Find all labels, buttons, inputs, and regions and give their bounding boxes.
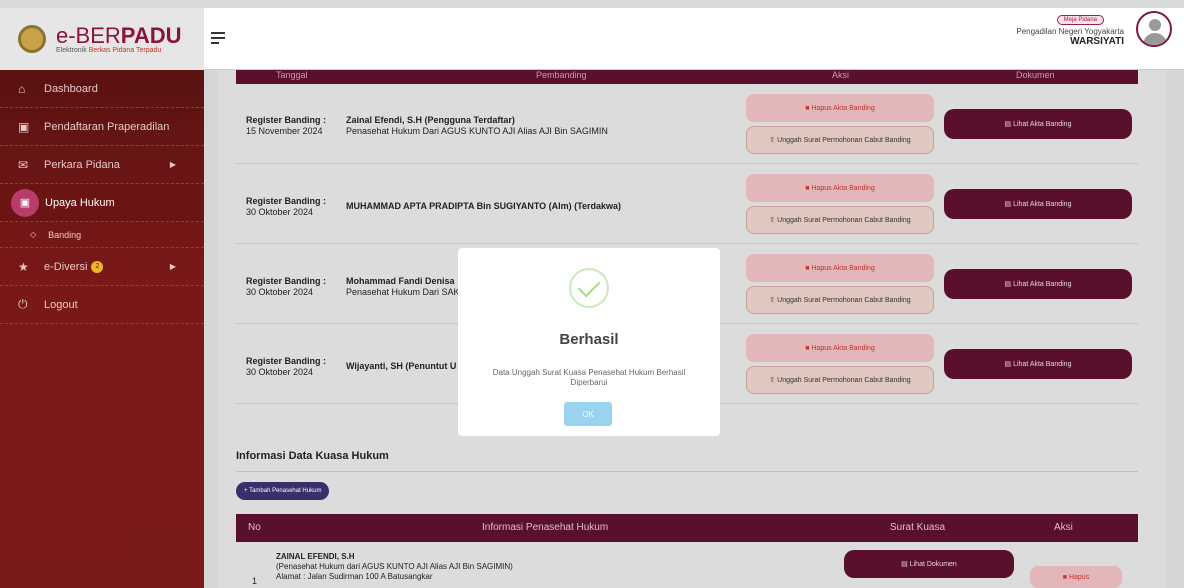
ok-button[interactable]: OK: [564, 402, 612, 426]
dialog-title: Berhasil: [559, 331, 619, 348]
success-check-icon: [569, 268, 609, 308]
success-dialog: Berhasil Data Unggah Surat Kuasa Penaseh…: [458, 248, 720, 436]
dialog-message: Data Unggah Surat Kuasa Penasehat Hukum …: [492, 368, 686, 387]
